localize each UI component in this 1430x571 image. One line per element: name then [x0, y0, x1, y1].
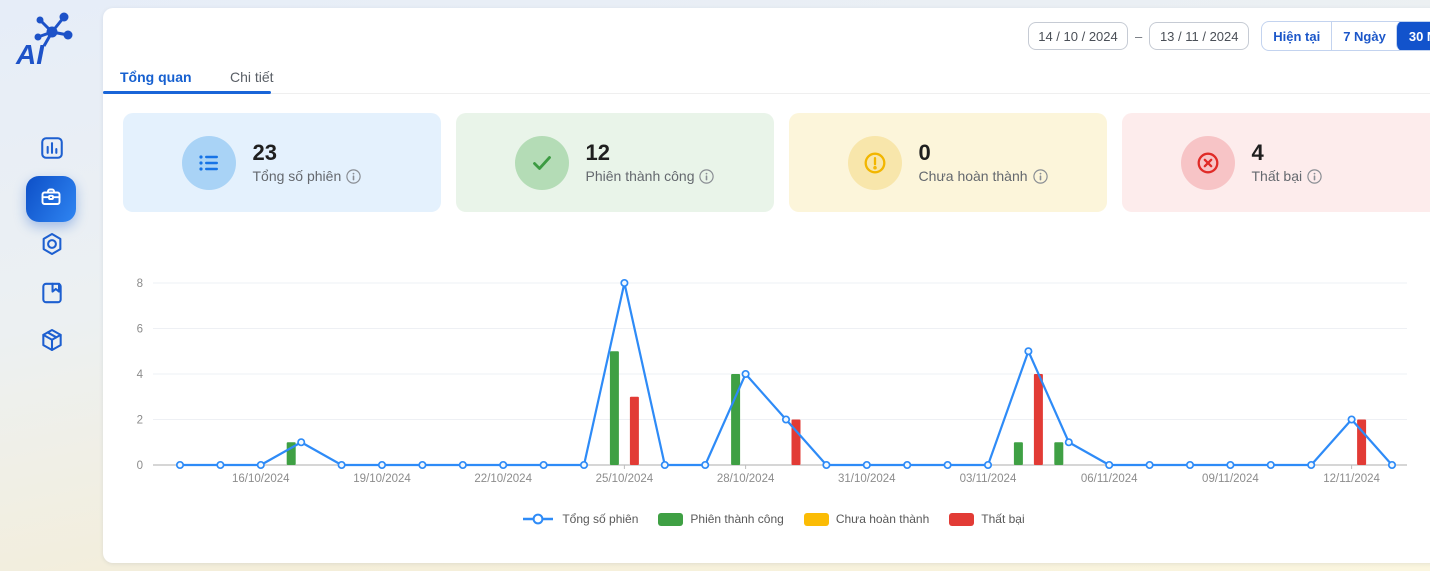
stat-value: 4 — [1252, 141, 1382, 165]
sidebar-item-settings[interactable] — [37, 231, 67, 261]
sidebar-item-analytics[interactable] — [37, 135, 67, 165]
info-icon[interactable] — [699, 169, 714, 184]
svg-text:16/10/2024: 16/10/2024 — [232, 473, 290, 485]
range-button-30days[interactable]: 30 Ngày — [1396, 21, 1430, 51]
svg-text:22/10/2024: 22/10/2024 — [474, 473, 532, 485]
tab-bar: Tổng quan Chi tiết — [103, 60, 1430, 94]
tab-details[interactable]: Chi tiết — [230, 60, 274, 93]
legend-item[interactable]: Phiên thành công — [658, 512, 783, 526]
date-from-input[interactable] — [1028, 22, 1128, 50]
stat-value: 12 — [586, 141, 716, 165]
stat-cards-row: 23 Tổng số phiên 12 Phiên thành công — [123, 113, 1430, 212]
date-range-toolbar: – Hiện tại 7 Ngày 30 Ngày 90 Ngày — [1028, 21, 1430, 51]
svg-text:06/11/2024: 06/11/2024 — [1081, 473, 1138, 485]
svg-text:6: 6 — [137, 324, 143, 336]
list-icon — [182, 136, 236, 190]
svg-text:19/10/2024: 19/10/2024 — [353, 473, 411, 485]
briefcase-icon — [39, 185, 63, 214]
tab-overview[interactable]: Tổng quan — [120, 60, 192, 93]
svg-text:28/10/2024: 28/10/2024 — [717, 473, 775, 485]
info-icon[interactable] — [346, 169, 361, 184]
svg-text:0: 0 — [137, 460, 143, 472]
line-marker-icon — [521, 512, 555, 526]
legend-item[interactable]: Tổng số phiên — [521, 512, 638, 526]
svg-text:8: 8 — [137, 278, 143, 290]
stat-label: Chưa hoàn thành — [919, 168, 1028, 184]
sidebar-item-packages[interactable] — [37, 327, 67, 357]
svg-text:09/11/2024: 09/11/2024 — [1202, 473, 1259, 485]
legend-swatch — [949, 513, 974, 526]
package-icon — [39, 327, 65, 358]
svg-text:31/10/2024: 31/10/2024 — [838, 473, 896, 485]
stat-value: 23 — [253, 141, 383, 165]
legend-item[interactable]: Chưa hoàn thành — [804, 512, 929, 526]
chart-legend: Tổng số phiên Phiên thành công Chưa hoàn t… — [113, 512, 1430, 526]
sidebar-item-sessions[interactable] — [26, 176, 76, 222]
bar-chart-icon — [39, 135, 65, 166]
range-preset-group: Hiện tại 7 Ngày 30 Ngày 90 Ngày — [1261, 21, 1430, 51]
sessions-chart[interactable]: 0 2 4 6 8 16/10/2024 19/10/2024 22/10/2024 25/10… — [113, 250, 1430, 495]
dashboard-panel: – Hiện tại 7 Ngày 30 Ngày 90 Ngày Tổng q… — [103, 8, 1430, 563]
stat-card-successful-sessions: 12 Phiên thành công — [456, 113, 774, 212]
app-logo[interactable]: AI — [14, 8, 78, 70]
date-to-input[interactable] — [1149, 22, 1249, 50]
range-button-7days[interactable]: 7 Ngày — [1331, 22, 1397, 50]
svg-text:12/11/2024: 12/11/2024 — [1323, 473, 1380, 485]
bookmark-icon — [39, 280, 65, 311]
stat-card-incomplete-sessions: 0 Chưa hoàn thành — [789, 113, 1107, 212]
range-button-current[interactable]: Hiện tại — [1262, 22, 1331, 50]
legend-swatch — [804, 513, 829, 526]
grid: 0 2 4 6 8 — [137, 278, 1407, 472]
legend-label: Tổng số phiên — [562, 512, 638, 526]
error-icon — [1181, 136, 1235, 190]
gear-icon — [39, 231, 65, 262]
legend-label: Chưa hoàn thành — [836, 512, 929, 526]
sidebar-item-bookmarks[interactable] — [37, 280, 67, 310]
legend-label: Phiên thành công — [690, 512, 783, 526]
stat-label: Phiên thành công — [586, 168, 695, 184]
x-axis: 16/10/2024 19/10/2024 22/10/2024 25/10/2024… — [232, 465, 1381, 485]
bar-series-0 — [287, 351, 1064, 465]
stat-label: Tổng số phiên — [253, 168, 342, 184]
legend-item[interactable]: Thất bại — [949, 512, 1024, 526]
active-tab-indicator — [103, 91, 271, 94]
stat-label: Thất bại — [1252, 168, 1303, 184]
stat-card-failed-sessions: 4 Thất bại — [1122, 113, 1430, 212]
sidebar: AI — [0, 0, 103, 571]
svg-text:4: 4 — [137, 369, 144, 381]
svg-text:2: 2 — [137, 415, 143, 427]
svg-text:03/11/2024: 03/11/2024 — [960, 473, 1017, 485]
legend-swatch — [658, 513, 683, 526]
svg-text:25/10/2024: 25/10/2024 — [596, 473, 654, 485]
info-icon[interactable] — [1307, 169, 1322, 184]
logo-text: AI — [15, 39, 45, 70]
info-icon[interactable] — [1033, 169, 1048, 184]
stat-card-total-sessions: 23 Tổng số phiên — [123, 113, 441, 212]
check-icon — [515, 136, 569, 190]
date-range-separator: – — [1135, 29, 1142, 44]
legend-label: Thất bại — [981, 512, 1024, 526]
warning-icon — [848, 136, 902, 190]
stat-value: 0 — [919, 141, 1049, 165]
